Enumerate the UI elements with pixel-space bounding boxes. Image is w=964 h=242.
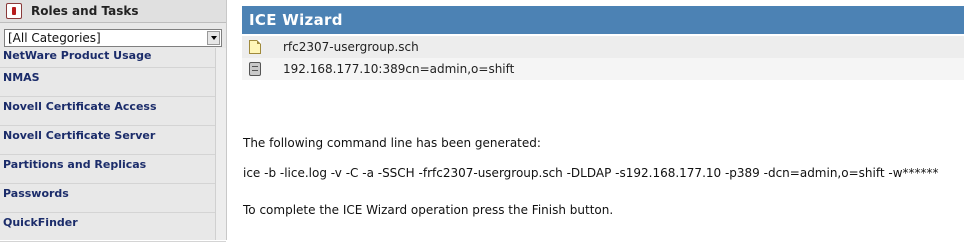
category-nmas[interactable]: NMAS [0,68,226,97]
wizard-title: ICE Wizard [242,6,964,34]
task-category-list: NetWare Product Usage NMAS Novell Certif… [0,48,226,242]
category-select[interactable]: [All Categories] [4,29,222,47]
list-scrollbar[interactable] [215,48,226,240]
category-partitions-and-replicas[interactable]: Partitions and Replicas [0,155,226,184]
finish-instructions: To complete the ICE Wizard operation pre… [243,203,614,217]
panel-header: Roles and Tasks [0,0,226,23]
file-icon [249,40,261,54]
category-passwords[interactable]: Passwords [0,184,226,213]
category-quickfinder[interactable]: QuickFinder [0,213,226,242]
destination-server: 192.168.177.10:389cn=admin,o=shift [283,62,515,76]
command-line-text: ice -b -lice.log -v -C -a -SSCH -frfc230… [243,166,939,180]
generated-label: The following command line has been gene… [243,136,541,150]
roles-and-tasks-panel: Roles and Tasks [All Categories] NetWare… [0,0,227,242]
destination-row: 192.168.177.10:389cn=admin,o=shift [242,58,964,80]
category-novell-certificate-access[interactable]: Novell Certificate Access [0,97,226,126]
collapse-panel-icon[interactable] [6,3,22,19]
category-novell-certificate-server[interactable]: Novell Certificate Server [0,126,226,155]
panel-title: Roles and Tasks [31,4,139,18]
category-netware-product-usage[interactable]: NetWare Product Usage [0,48,226,68]
source-file-name: rfc2307-usergroup.sch [283,40,419,54]
category-select-value: [All Categories] [8,31,101,45]
source-file-row: rfc2307-usergroup.sch [242,36,964,58]
server-icon [249,62,261,76]
dropdown-arrow-icon[interactable] [207,31,220,45]
